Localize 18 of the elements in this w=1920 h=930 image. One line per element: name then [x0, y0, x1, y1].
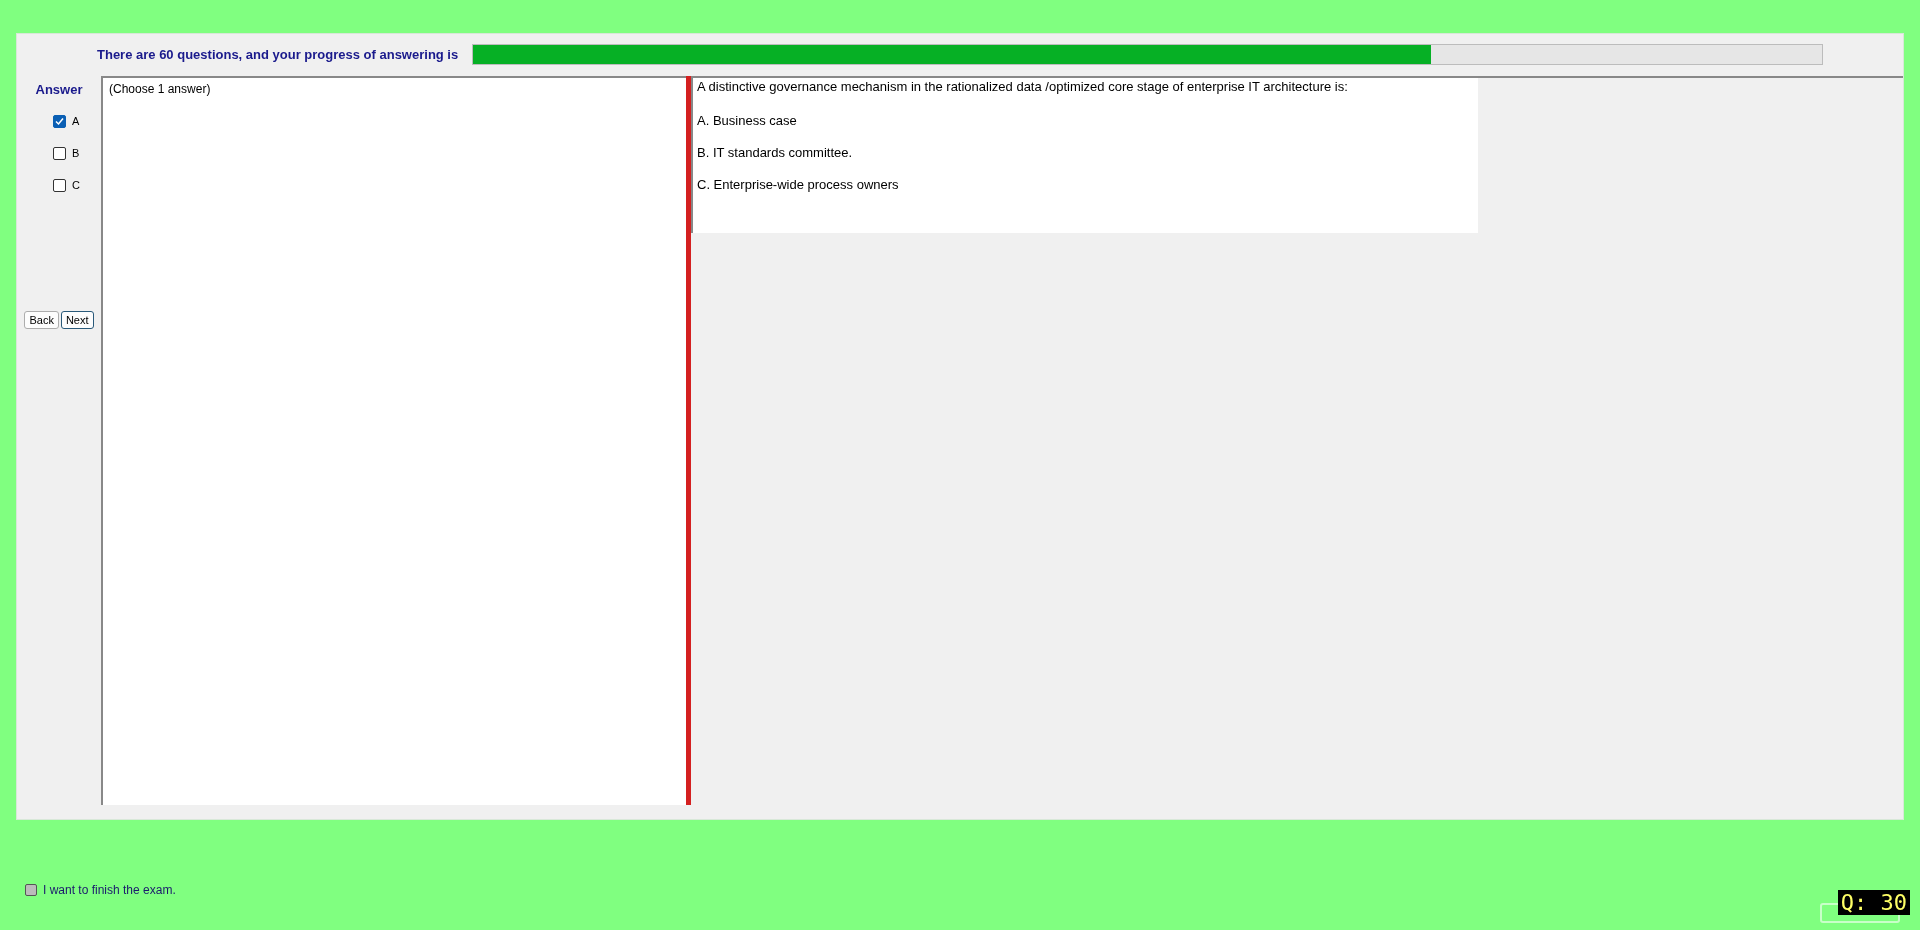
question-counter: Q: 30	[1837, 890, 1910, 915]
answer-checkbox[interactable]	[53, 178, 66, 192]
finish-checkbox[interactable]	[25, 884, 37, 896]
answer-title: Answer	[35, 82, 83, 97]
nav-button[interactable]: Back	[24, 311, 59, 329]
answer-checkbox[interactable]	[53, 146, 66, 160]
answer-option-label: B	[72, 147, 80, 159]
answer-option-label: C	[72, 179, 80, 191]
finish-label: I want to finish the exam.	[43, 883, 176, 897]
choice-hint: (Choose 1 answer)	[109, 82, 211, 96]
question-text: A distinctive governance mechanism in the rationalized data /optimized core stage of enterprise IT architecture is:	[697, 80, 1349, 95]
answer-checkbox[interactable]	[53, 114, 66, 128]
progress-label: There are 60 questions, and your progress of answering is	[97, 46, 459, 62]
answer-option-label: A	[72, 115, 80, 127]
question-choice: C. Enterprise-wide process owners	[697, 176, 900, 192]
question-choice: B. IT standards committee.	[697, 144, 854, 160]
question-choice: A. Business case	[697, 112, 798, 128]
nav-button[interactable]: Next	[60, 311, 94, 329]
